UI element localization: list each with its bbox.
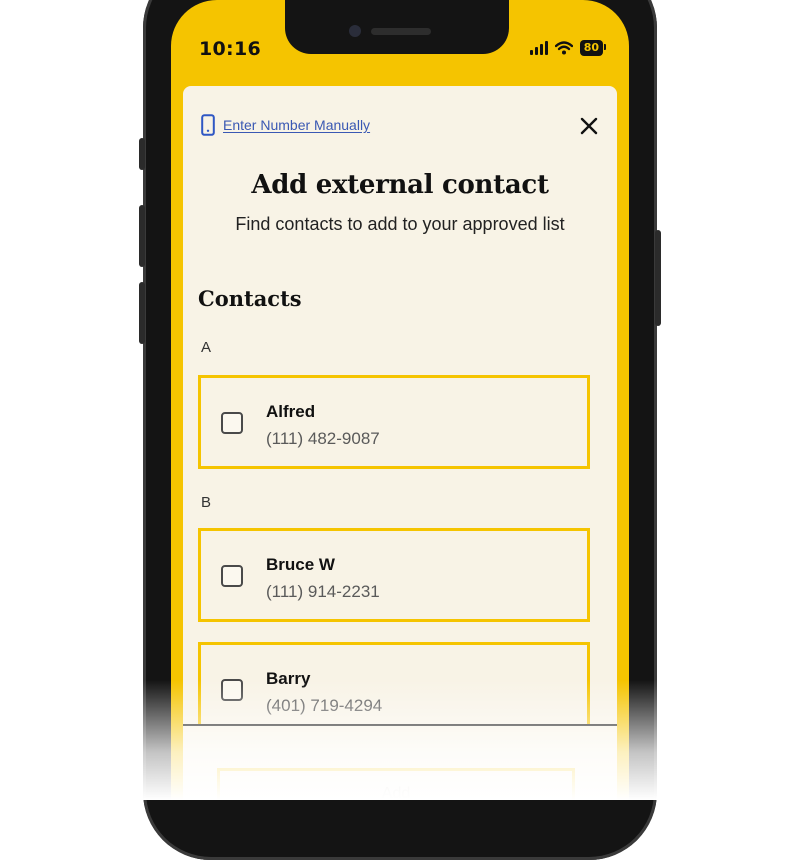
battery-icon: 80 (579, 40, 607, 56)
front-camera (349, 25, 361, 37)
contact-name: Barry (266, 669, 311, 688)
volume-up-button (139, 205, 145, 267)
earpiece-speaker (371, 28, 431, 35)
contact-phone: (111) 914-2231 (266, 582, 380, 601)
close-button[interactable] (577, 114, 601, 138)
sheet-title: Add external contact (251, 170, 549, 200)
contact-card-bruce-w[interactable]: Bruce W (111) 914-2231 (198, 528, 590, 622)
contact-checkbox[interactable] (221, 565, 243, 587)
contact-phone: (401) 719-4294 (266, 696, 383, 715)
enter-number-manually-link[interactable]: Enter Number Manually (201, 114, 370, 136)
status-icons: 80 (529, 40, 607, 56)
contact-name: Bruce W (266, 555, 335, 574)
cellular-signal-icon (529, 41, 548, 55)
contact-card-barry[interactable]: Barry (401) 719-4294 (198, 642, 590, 736)
close-icon (580, 117, 598, 135)
phone-screen: 10:16 80 Enter Number Manually Add exter… (171, 0, 629, 800)
mute-switch (139, 138, 145, 170)
contact-name: Alfred (266, 402, 316, 421)
manual-link-label: Enter Number Manually (223, 117, 371, 133)
add-contact-sheet: Enter Number Manually Add external conta… (183, 86, 617, 800)
power-button (655, 230, 661, 326)
contact-card-alfred[interactable]: Alfred (111) 482-9087 (198, 375, 590, 469)
contact-phone: (111) 482-9087 (266, 429, 380, 448)
notch (285, 0, 509, 54)
contacts-heading: Contacts (198, 286, 302, 311)
sheet-footer: Add (183, 724, 617, 800)
status-time: 10:16 (199, 38, 261, 60)
wifi-icon (554, 41, 573, 55)
phone-icon (201, 114, 215, 136)
group-letter-a: A (201, 339, 212, 356)
volume-down-button (139, 282, 145, 344)
contact-checkbox[interactable] (221, 679, 243, 701)
group-letter-b: B (201, 494, 212, 511)
sheet-subtitle: Find contacts to add to your approved li… (235, 214, 565, 234)
add-button[interactable]: Add (217, 768, 575, 800)
contact-checkbox[interactable] (221, 412, 243, 434)
